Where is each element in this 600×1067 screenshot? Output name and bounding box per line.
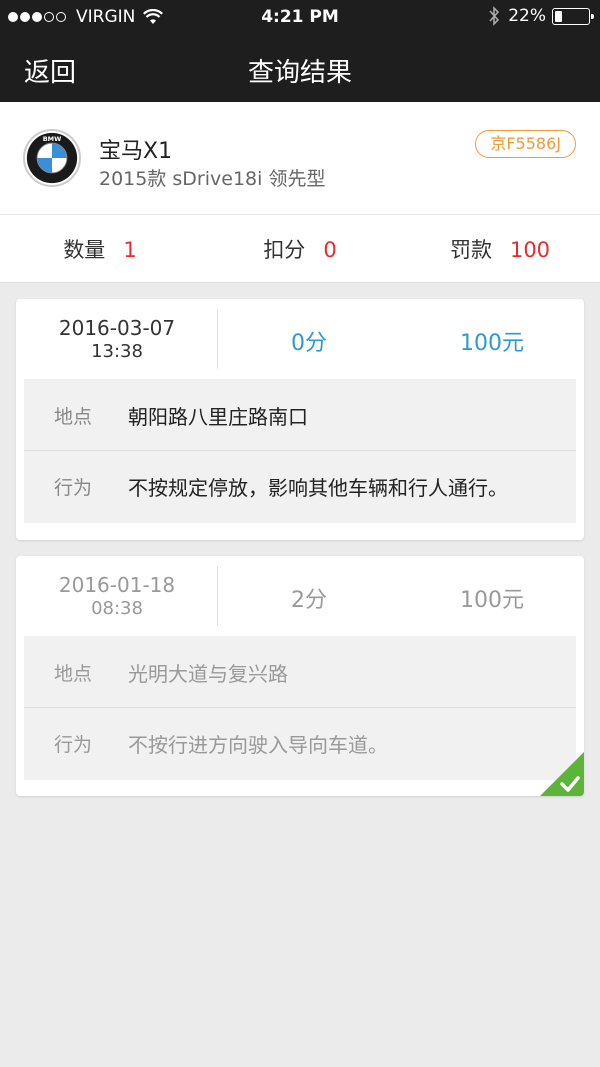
- page-title: 查询结果: [247, 58, 352, 88]
- svg-text:BMW: BMW: [43, 135, 62, 143]
- record-header: 2016-01-18 08:38 2分 100元: [16, 556, 584, 636]
- behavior-label: 行为: [54, 734, 93, 756]
- status-bar: VIRGIN 4:21 PM 22%: [0, 0, 600, 34]
- bmw-logo-icon: BMW: [23, 129, 81, 187]
- record-fine: 100元: [460, 331, 524, 356]
- record-location-row: 地点 光明大道与复兴路: [24, 636, 576, 708]
- license-plate-badge: 京F5586J: [475, 130, 576, 158]
- summary-points: 扣分 0: [200, 234, 400, 264]
- summary-count: 数量 1: [0, 234, 200, 264]
- record-behavior-row: 行为 不按规定停放，影响其他车辆和行人通行。: [24, 450, 576, 522]
- behavior-label: 行为: [54, 477, 93, 499]
- car-info-card: BMW 宝马X1 2015款 sDrive18i 领先型 京F5586J 数量 1…: [0, 102, 600, 283]
- car-model: 2015款 sDrive18i 领先型: [99, 168, 326, 190]
- behavior-value: 不按行进方向驶入导向车道。: [128, 733, 388, 757]
- record-time: 08:38: [91, 598, 143, 619]
- record-header: 2016-03-07 13:38 0分 100元: [16, 299, 584, 379]
- summary-fine-value: 100: [509, 238, 551, 262]
- record-points: 0分: [291, 331, 327, 356]
- car-name: 宝马X1: [99, 139, 173, 164]
- status-right: 22%: [488, 6, 594, 26]
- nav-bar: 返回 查询结果: [0, 34, 600, 102]
- record-points: 2分: [291, 588, 327, 613]
- record-detail: 地点 朝阳路八里庄路南口 行为 不按规定停放，影响其他车辆和行人通行。: [24, 379, 576, 523]
- record-location-row: 地点 朝阳路八里庄路南口: [24, 379, 576, 451]
- violation-record[interactable]: 2016-03-07 13:38 0分 100元 地点 朝阳路八里庄路南口 行为…: [16, 299, 584, 540]
- record-date: 2016-01-18 08:38: [16, 573, 218, 621]
- bluetooth-icon: [489, 6, 500, 26]
- record-date-value: 2016-03-07: [58, 316, 176, 340]
- record-date: 2016-03-07 13:38: [16, 316, 218, 364]
- record-date-value: 2016-01-18: [58, 573, 176, 597]
- summary-points-value: 0: [323, 238, 337, 262]
- record-behavior-row: 行为 不按行进方向驶入导向车道。: [24, 707, 576, 779]
- record-fine: 100元: [460, 588, 524, 613]
- record-time: 13:38: [91, 341, 143, 362]
- battery-percent: 22%: [508, 6, 546, 26]
- violation-summary: 数量 1 扣分 0 罚款 100: [0, 214, 600, 283]
- summary-fine-label: 罚款: [449, 238, 492, 262]
- location-value: 光明大道与复兴路: [128, 661, 288, 686]
- location-label: 地点: [54, 405, 93, 428]
- record-detail: 地点 光明大道与复兴路 行为 不按行进方向驶入导向车道。: [24, 636, 576, 780]
- behavior-value: 不按规定停放，影响其他车辆和行人通行。: [128, 476, 508, 500]
- violation-record[interactable]: 2016-01-18 08:38 2分 100元 地点 光明大道与复兴路 行为 …: [16, 556, 584, 796]
- battery-icon: [552, 7, 594, 25]
- summary-points-label: 扣分: [263, 238, 306, 262]
- summary-count-value: 1: [123, 238, 137, 262]
- location-label: 地点: [54, 662, 93, 685]
- battery-fill: [555, 10, 563, 22]
- summary-fine: 罚款 100: [400, 234, 600, 264]
- location-value: 朝阳路八里庄路南口: [128, 404, 308, 429]
- handled-check-icon: [540, 752, 584, 796]
- summary-count-label: 数量: [63, 238, 106, 262]
